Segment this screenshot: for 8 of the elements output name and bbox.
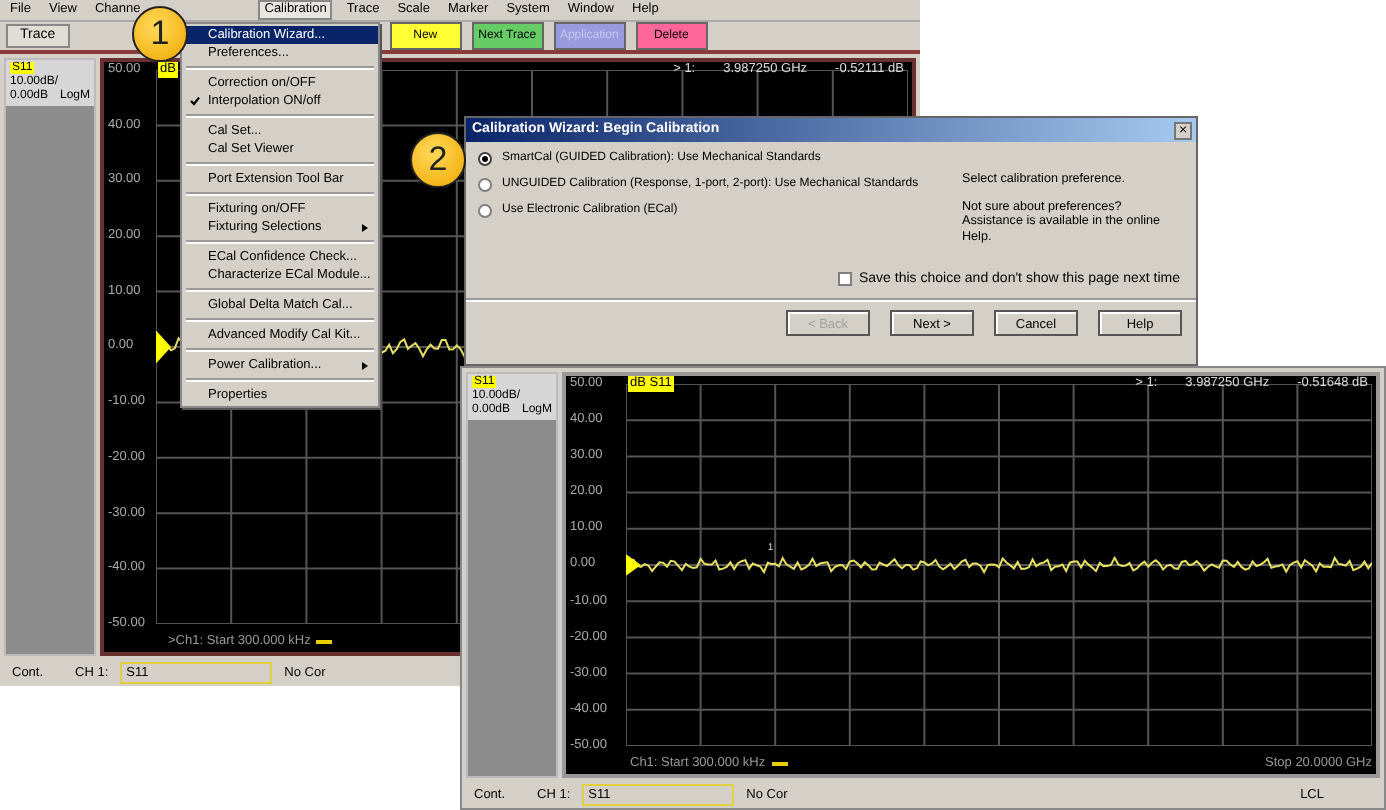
reference-arrow-icon — [156, 330, 172, 364]
trace-color-icon — [771, 761, 788, 766]
reference-arrow-icon — [626, 554, 641, 576]
checkbox[interactable] — [837, 272, 851, 287]
radio-button[interactable] — [478, 178, 492, 192]
radio-button[interactable] — [478, 204, 492, 218]
trace-color-icon — [316, 639, 333, 644]
radio-button[interactable] — [478, 152, 492, 166]
